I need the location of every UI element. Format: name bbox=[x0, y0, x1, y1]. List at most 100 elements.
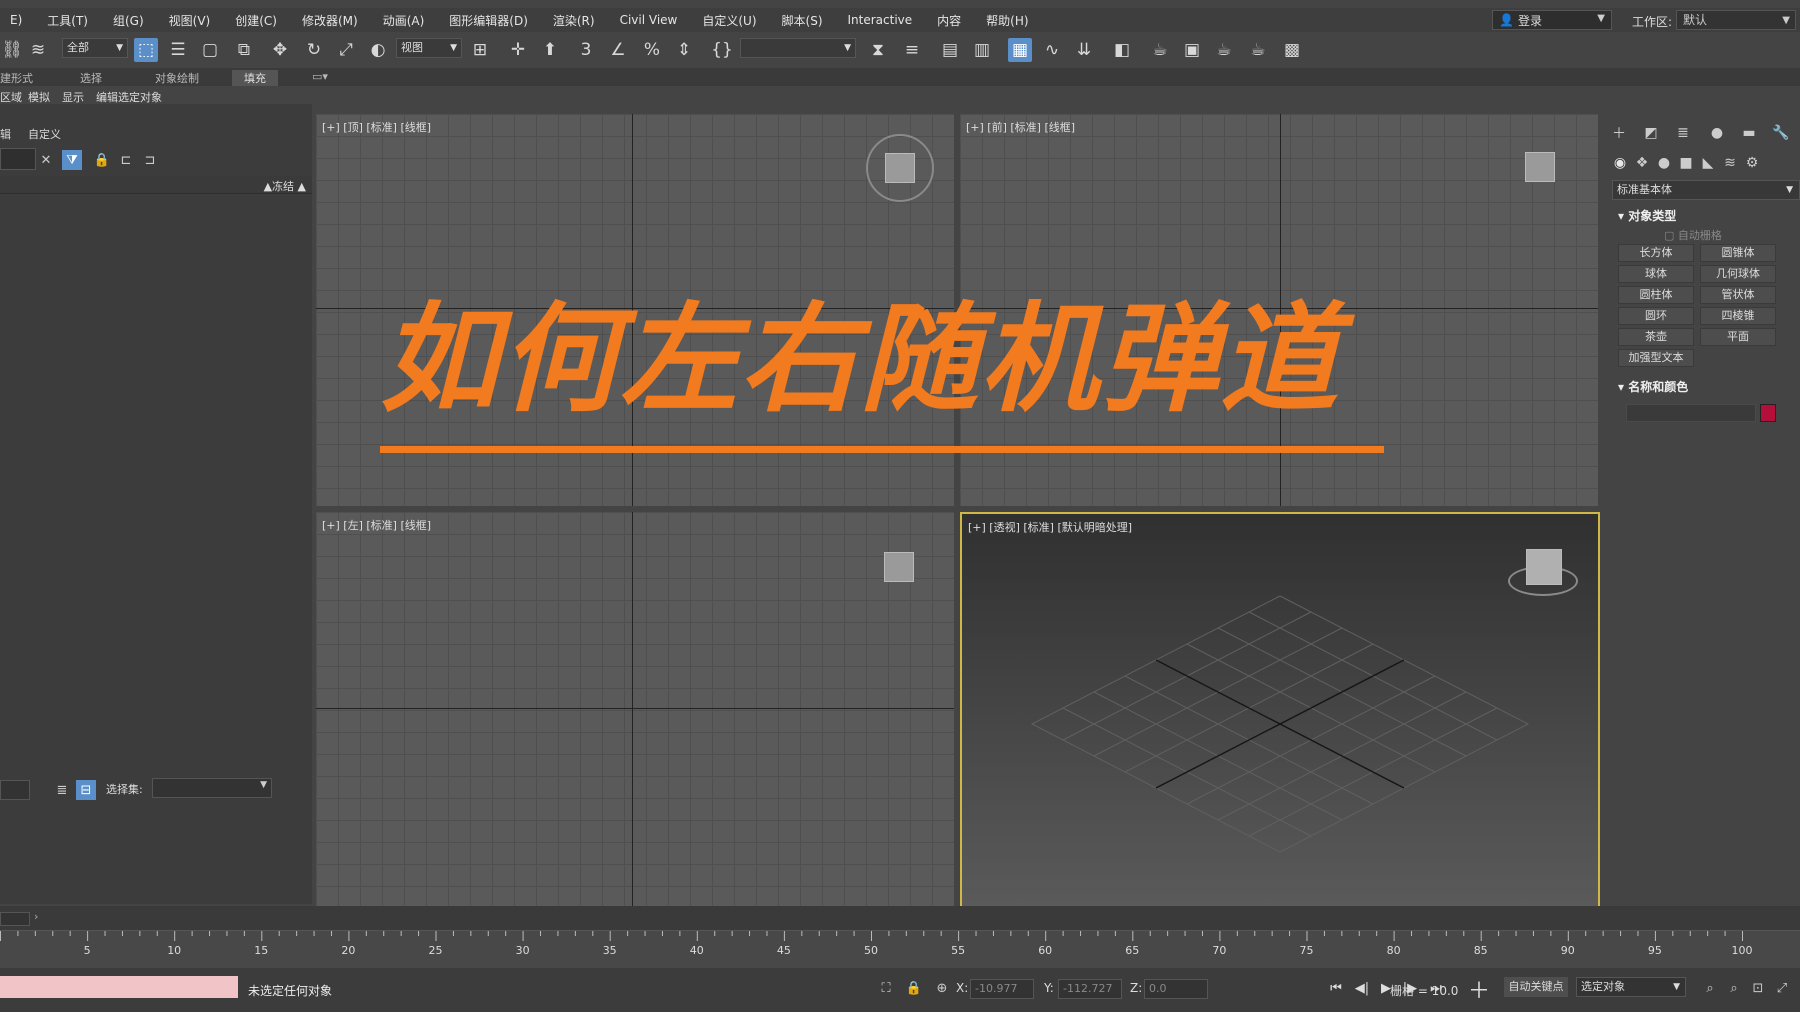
subtab-area[interactable]: 区域 bbox=[0, 89, 22, 105]
hierarchy-view-icon[interactable]: ⊟ bbox=[76, 780, 96, 800]
material-editor-icon[interactable]: ◧ bbox=[1110, 38, 1134, 62]
object-type-button[interactable]: 几何球体 bbox=[1700, 265, 1776, 283]
shapes-icon[interactable]: ❖ bbox=[1631, 152, 1653, 174]
object-type-rollout[interactable]: ▾ 对象类型 bbox=[1618, 207, 1676, 224]
snaps-toggle-icon[interactable]: 3 bbox=[574, 38, 598, 62]
select-by-name-icon[interactable]: ☰ bbox=[166, 38, 190, 62]
menu-item[interactable]: 工具(T) bbox=[37, 12, 103, 29]
filter-icon[interactable]: ⧩ bbox=[62, 150, 82, 170]
ribbon-tab-object-paint[interactable]: 对象绘制 bbox=[155, 70, 199, 86]
menu-item[interactable]: 内容 bbox=[927, 12, 976, 29]
object-type-button[interactable]: 圆柱体 bbox=[1618, 286, 1694, 304]
time-slider[interactable]: › bbox=[0, 906, 1800, 930]
utilities-tab-icon[interactable]: 🔧 bbox=[1770, 122, 1792, 144]
mirror-icon[interactable]: ⧗ bbox=[866, 38, 890, 62]
window-crossing-icon[interactable]: ⧉ bbox=[232, 38, 256, 62]
render-iterative-icon[interactable]: ☕ bbox=[1246, 38, 1270, 62]
auto-key-button[interactable]: 自动关键点 bbox=[1504, 977, 1568, 997]
explorer-tab-edit[interactable]: 辑 bbox=[0, 126, 11, 142]
zoom-icon[interactable]: ⌕ bbox=[1700, 978, 1720, 998]
viewcube[interactable] bbox=[884, 552, 914, 582]
object-type-button[interactable]: 四棱锥 bbox=[1700, 307, 1776, 325]
go-to-start-icon[interactable]: ⏮ bbox=[1326, 978, 1346, 998]
geometry-icon[interactable]: ◉ bbox=[1609, 152, 1631, 174]
viewport-label[interactable]: [+] [左] [标准] [线框] bbox=[322, 517, 431, 533]
object-name-input[interactable] bbox=[1626, 404, 1756, 422]
modify-tab-icon[interactable]: ◩ bbox=[1640, 122, 1662, 144]
freeze-column-header[interactable]: ▲冻结 ▲ bbox=[264, 178, 306, 194]
track-bar[interactable] bbox=[0, 930, 1800, 968]
menu-item[interactable]: 图形编辑器(D) bbox=[439, 12, 543, 29]
selection-filter-dropdown[interactable]: 全部 ▼ bbox=[62, 38, 128, 58]
object-category-dropdown[interactable]: 标准基本体 ▼ bbox=[1612, 180, 1800, 200]
hierarchy-icon[interactable]: ⊏ bbox=[116, 150, 136, 170]
set-key-icon[interactable]: ＋ bbox=[1464, 974, 1494, 1004]
autogrid-checkbox[interactable]: ▢ 自动栅格 bbox=[1664, 227, 1722, 243]
workspace-select[interactable]: 默认 ▼ bbox=[1676, 10, 1796, 30]
absolute-mode-icon[interactable]: ⊕ bbox=[932, 978, 952, 998]
object-type-button[interactable]: 茶壶 bbox=[1618, 328, 1694, 346]
reference-coordinate-dropdown[interactable]: 视图 ▼ bbox=[396, 38, 462, 58]
spinner-snap-icon[interactable]: ⇕ bbox=[672, 38, 696, 62]
subtab-display[interactable]: 显示 bbox=[62, 89, 84, 105]
layers-icon[interactable]: ≣ bbox=[52, 780, 72, 800]
viewport-label[interactable]: [+] [前] [标准] [线框] bbox=[966, 119, 1075, 135]
helpers-icon[interactable]: ◣ bbox=[1697, 152, 1719, 174]
object-type-button[interactable]: 长方体 bbox=[1618, 244, 1694, 262]
viewcube[interactable] bbox=[885, 153, 915, 183]
curve-editor-icon[interactable]: ∿ bbox=[1040, 38, 1064, 62]
menu-item[interactable]: 自定义(U) bbox=[692, 12, 771, 29]
object-type-button[interactable]: 圆锥体 bbox=[1700, 244, 1776, 262]
create-tab-icon[interactable]: ＋ bbox=[1608, 122, 1630, 144]
go-to-end-icon[interactable]: ⏭ bbox=[1426, 978, 1446, 998]
select-manipulate-icon[interactable]: ✛ bbox=[506, 38, 530, 62]
bind-space-warp-icon[interactable]: ≋ bbox=[26, 38, 50, 62]
menu-item[interactable]: 视图(V) bbox=[159, 12, 226, 29]
move-icon[interactable]: ✥ bbox=[268, 38, 292, 62]
viewport-left[interactable]: [+] [左] [标准] [线框] bbox=[316, 512, 954, 906]
z-coordinate-field[interactable]: 0.0 bbox=[1144, 979, 1208, 999]
place-icon[interactable]: ◐ bbox=[366, 38, 390, 62]
viewcube[interactable] bbox=[1525, 152, 1555, 182]
viewport-label[interactable]: [+] [透视] [标准] [默认明暗处理] bbox=[968, 519, 1132, 535]
play-icon[interactable]: ▶ bbox=[1376, 978, 1396, 998]
object-type-button[interactable]: 球体 bbox=[1618, 265, 1694, 283]
close-icon[interactable]: ✕ bbox=[36, 150, 56, 170]
render-production-icon[interactable]: ☕ bbox=[1212, 38, 1236, 62]
viewcube[interactable] bbox=[1526, 549, 1562, 585]
isolate-icon[interactable]: ⛶ bbox=[876, 978, 896, 998]
rotate-icon[interactable]: ↻ bbox=[302, 38, 326, 62]
space-warps-icon[interactable]: ≋ bbox=[1719, 152, 1741, 174]
selection-set-dropdown[interactable]: ▼ bbox=[152, 778, 272, 798]
rendered-frame-window-icon[interactable]: ▣ bbox=[1180, 38, 1204, 62]
y-coordinate-field[interactable]: -112.727 bbox=[1058, 979, 1122, 999]
systems-icon[interactable]: ⚙ bbox=[1741, 152, 1763, 174]
pivot-center-icon[interactable]: ⊞ bbox=[468, 38, 492, 62]
ribbon-tab-selection[interactable]: 选择 bbox=[80, 70, 102, 86]
key-filter-dropdown[interactable]: 选定对象 ▼ bbox=[1576, 977, 1686, 997]
scene-explorer-icon[interactable]: ▦ bbox=[1008, 38, 1032, 62]
menu-item[interactable]: 帮助(H) bbox=[976, 12, 1043, 29]
viewport-perspective[interactable]: [+] [透视] [标准] [默认明暗处理] bbox=[960, 512, 1600, 908]
menu-item[interactable]: 修改器(M) bbox=[292, 12, 373, 29]
hierarchy-alt-icon[interactable]: ⊐ bbox=[140, 150, 160, 170]
scale-icon[interactable]: ⤢ bbox=[334, 38, 358, 62]
menu-item[interactable]: 创建(C) bbox=[225, 12, 292, 29]
rect-region-icon[interactable]: ▢ bbox=[198, 38, 222, 62]
dope-sheet-icon[interactable]: ⇊ bbox=[1072, 38, 1096, 62]
name-color-rollout[interactable]: ▾ 名称和颜色 bbox=[1618, 378, 1688, 395]
object-type-button[interactable]: 平面 bbox=[1700, 328, 1776, 346]
zoom-all-icon[interactable]: ⌕ bbox=[1724, 978, 1744, 998]
menu-item[interactable]: 组(G) bbox=[103, 12, 159, 29]
ribbon-tab-modeling[interactable]: 建形式 bbox=[0, 70, 33, 86]
menu-item[interactable]: 渲染(R) bbox=[543, 12, 610, 29]
previous-frame-icon[interactable]: ◀| bbox=[1352, 978, 1372, 998]
explorer-mode-dropdown[interactable] bbox=[0, 780, 30, 800]
menu-item[interactable]: 动画(A) bbox=[373, 12, 440, 29]
subtab-edit-selected[interactable]: 编辑选定对象 bbox=[96, 89, 162, 105]
menu-item[interactable]: Interactive bbox=[838, 13, 928, 27]
cameras-icon[interactable]: ■ bbox=[1675, 152, 1697, 174]
subtab-simulate[interactable]: 模拟 bbox=[28, 89, 50, 105]
selection-lock-icon[interactable]: 🔒 bbox=[904, 978, 924, 998]
hierarchy-tab-icon[interactable]: ≣ bbox=[1672, 122, 1694, 144]
